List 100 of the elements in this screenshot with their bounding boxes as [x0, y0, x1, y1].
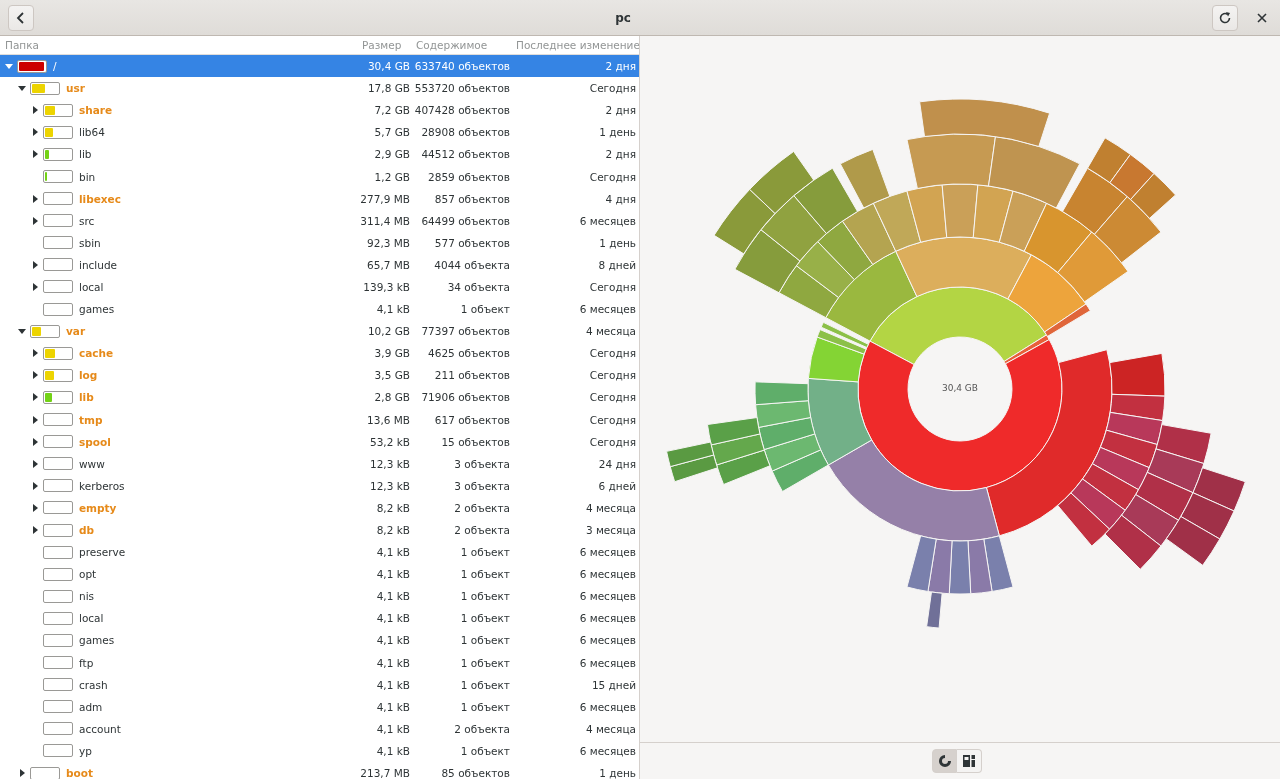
usage-bar [43, 567, 73, 581]
contents-cell-text: 617 объектов [433, 413, 511, 426]
expand-arrow-icon[interactable] [30, 437, 39, 446]
expand-arrow-icon[interactable] [30, 106, 39, 115]
size-cell-text: 8,2 kB [375, 501, 410, 514]
folder-name: share [79, 104, 113, 117]
tree-row[interactable]: var 10,2 GB 77397 объектов 4 месяца [0, 320, 639, 343]
expand-arrow-icon[interactable] [30, 260, 39, 269]
expand-arrow-icon[interactable] [30, 371, 39, 380]
tree-row[interactable]: usr 17,8 GB 553720 объектов Сегодня [0, 77, 639, 100]
collapse-arrow-icon[interactable] [17, 327, 26, 336]
modified-cell-text: 6 месяцев [578, 214, 637, 227]
tree-row[interactable]: yp 4,1 kB 1 объект 6 месяцев [0, 739, 639, 762]
rings-chart-button[interactable] [932, 749, 957, 773]
folder-name: var [66, 325, 86, 338]
sunburst-drawing[interactable] [666, 98, 1246, 629]
modified-cell-text: 6 месяцев [578, 656, 637, 669]
expand-arrow-icon[interactable] [30, 150, 39, 159]
contents-cell-text: 77397 объектов [420, 325, 511, 338]
tree-row[interactable]: local 139,3 kB 34 объекта Сегодня [0, 275, 639, 299]
tree-row[interactable]: db 8,2 kB 2 объекта 3 месяца [0, 518, 639, 542]
expand-arrow-icon[interactable] [30, 128, 39, 137]
size-cell-text: 2,8 GB [373, 391, 410, 404]
usage-bar [43, 656, 73, 670]
contents-cell-text: 34 объекта [446, 281, 511, 293]
tree-row[interactable]: opt 4,1 kB 1 объект 6 месяцев [0, 563, 639, 586]
tree-row[interactable]: ftp 4,1 kB 1 объект 6 месяцев [0, 651, 639, 674]
tree-row[interactable]: spool 53,2 kB 15 объектов Сегодня [0, 430, 639, 453]
contents-cell-text: 1 объект [459, 303, 511, 316]
tree-row[interactable]: adm 4,1 kB 1 объект 6 месяцев [0, 695, 639, 718]
contents-cell-text: 1 объект [459, 568, 511, 581]
tree-row[interactable]: include 65,7 MB 4044 объекта 8 дней [0, 253, 639, 276]
folder-name: local [79, 612, 104, 625]
tree-row[interactable]: bin 1,2 GB 2859 объектов Сегодня [0, 165, 639, 188]
tree-row[interactable]: crash 4,1 kB 1 объект 15 дней [0, 673, 639, 696]
tree-row[interactable]: libexec 277,9 MB 857 объектов 4 дня [0, 187, 639, 210]
expand-arrow-icon[interactable] [30, 194, 39, 203]
tree-row[interactable]: empty 8,2 kB 2 объекта 4 месяца [0, 496, 639, 519]
collapse-arrow-icon[interactable] [17, 84, 26, 93]
usage-bar [43, 390, 73, 404]
tree-row[interactable]: tmp 13,6 MB 617 объектов Сегодня [0, 408, 639, 431]
modified-cell-text: Сегодня [588, 347, 637, 360]
expand-arrow-icon[interactable] [30, 393, 39, 402]
contents-cell-text: 1 объект [459, 590, 511, 603]
tree-row[interactable]: local 4,1 kB 1 объект 6 месяцев [0, 607, 639, 630]
refresh-icon [1218, 10, 1232, 25]
contents-cell-text: 1 объект [459, 656, 511, 669]
folder-name: games [79, 634, 115, 647]
size-cell-text: 4,1 kB [375, 678, 410, 691]
size-cell-text: 213,7 MB [359, 767, 410, 779]
tree-row[interactable]: games 4,1 kB 1 объект 6 месяцев [0, 298, 639, 321]
modified-cell-text: 4 месяца [584, 722, 637, 735]
tree-row[interactable]: kerberos 12,3 kB 3 объекта 6 дней [0, 474, 639, 497]
tree-row[interactable]: share 7,2 GB 407428 объектов 2 дня [0, 99, 639, 122]
contents-cell-text: 857 объектов [433, 192, 511, 205]
modified-cell-text: Сегодня [588, 281, 637, 293]
treemap-chart-button[interactable] [957, 749, 982, 773]
folder-name: opt [79, 568, 97, 581]
tree-row[interactable]: lib 2,9 GB 44512 объектов 2 дня [0, 143, 639, 166]
tree-row[interactable]: preserve 4,1 kB 1 объект 6 месяцев [0, 541, 639, 564]
expand-arrow-icon[interactable] [30, 415, 39, 424]
usage-bar [43, 346, 73, 360]
tree-row[interactable]: account 4,1 kB 2 объекта 4 месяца [0, 717, 639, 740]
tree-row[interactable]: games 4,1 kB 1 объект 6 месяцев [0, 629, 639, 652]
tree-row[interactable]: sbin 92,3 MB 577 объектов 1 день [0, 231, 639, 254]
contents-cell-text: 28908 объектов [420, 126, 511, 139]
tree-row[interactable]: / 30,4 GB 633740 объектов 2 дня [0, 55, 639, 78]
usage-bar [43, 368, 73, 382]
usage-bar [43, 302, 73, 316]
expand-arrow-icon[interactable] [30, 503, 39, 512]
back-button[interactable] [8, 4, 34, 31]
tree-row[interactable]: lib 2,8 GB 71906 объектов Сегодня [0, 386, 639, 409]
folder-name: log [79, 369, 98, 382]
tree-row[interactable]: log 3,5 GB 211 объектов Сегодня [0, 364, 639, 387]
expand-arrow-icon[interactable] [30, 526, 39, 534]
size-cell-text: 4,1 kB [375, 546, 410, 559]
size-cell-text: 8,2 kB [375, 524, 410, 536]
size-cell-text: 3,9 GB [373, 347, 410, 360]
expand-arrow-icon[interactable] [30, 481, 39, 490]
size-cell-text: 4,1 kB [375, 612, 410, 625]
size-cell-text: 65,7 MB [366, 258, 410, 271]
folder-name: spool [79, 435, 111, 448]
tree-row[interactable]: cache 3,9 GB 4625 объектов Сегодня [0, 342, 639, 365]
expand-arrow-icon[interactable] [30, 283, 39, 291]
expand-arrow-icon[interactable] [17, 769, 26, 778]
usage-bar [43, 192, 73, 206]
expand-arrow-icon[interactable] [30, 459, 39, 468]
usage-bar [43, 435, 73, 449]
tree-row[interactable]: src 311,4 MB 64499 объектов 6 месяцев [0, 209, 639, 232]
tree-row[interactable]: nis 4,1 kB 1 объект 6 месяцев [0, 585, 639, 608]
tree-row[interactable]: lib64 5,7 GB 28908 объектов 1 день [0, 121, 639, 144]
refresh-button[interactable] [1212, 4, 1238, 31]
tree-row[interactable]: www 12,3 kB 3 объекта 24 дня [0, 452, 639, 475]
contents-cell-text: 1 объект [459, 744, 511, 757]
expand-arrow-icon[interactable] [30, 216, 39, 225]
folder-name: local [79, 281, 104, 293]
expand-arrow-icon[interactable] [30, 349, 39, 358]
size-cell-text: 7,2 GB [373, 104, 410, 117]
folder-name: usr [66, 82, 85, 95]
tree-row[interactable]: boot 213,7 MB 85 объектов 1 день [0, 762, 639, 779]
